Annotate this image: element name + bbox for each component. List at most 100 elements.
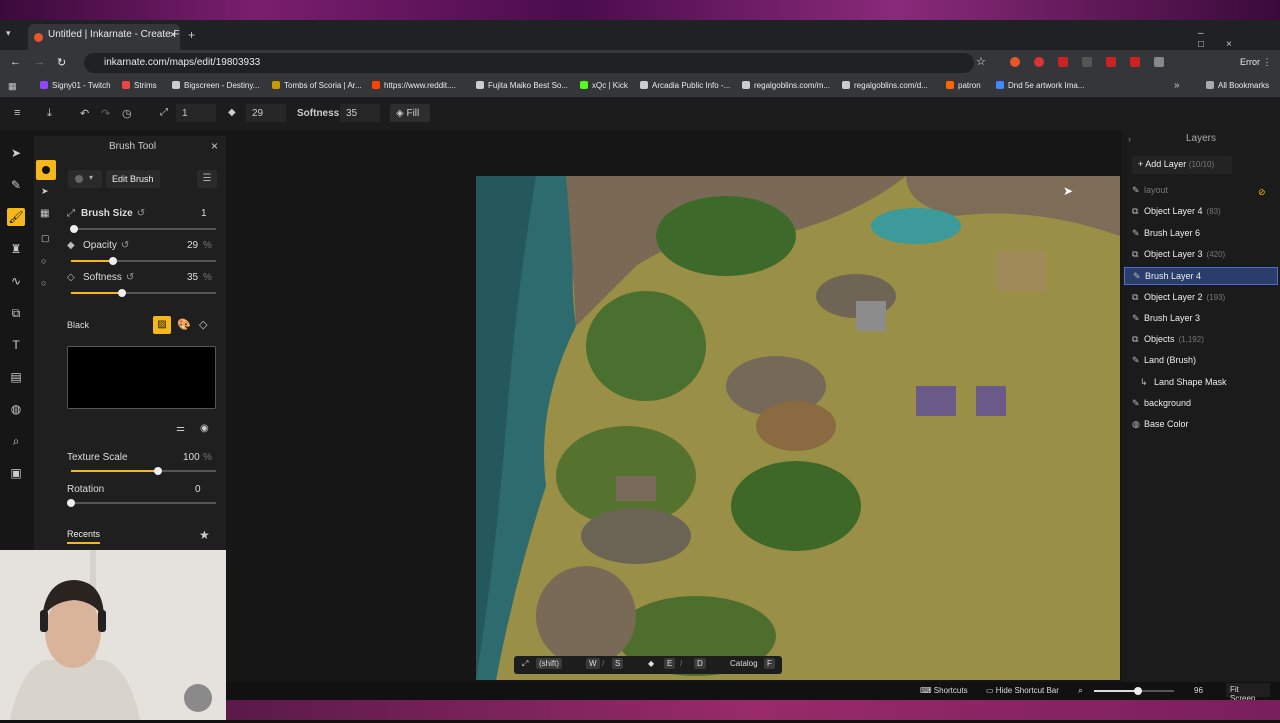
bookmark-item[interactable]: patron: [946, 81, 981, 90]
brush-size-input[interactable]: 1: [176, 104, 216, 122]
undo-icon[interactable]: ↶: [80, 107, 89, 120]
path-tool-icon[interactable]: ∿: [9, 274, 23, 288]
reset-icon[interactable]: ↺: [126, 272, 134, 283]
layer-item[interactable]: ✎ Brush Layer 6: [1124, 225, 1278, 243]
fit-screen-button[interactable]: Fit Screen: [1226, 683, 1270, 703]
slider-track[interactable]: [69, 225, 216, 233]
layer-item[interactable]: ✎ Brush Layer 4: [1124, 267, 1278, 286]
bookmark-item[interactable]: Tombs of Scoria | Ar...: [272, 81, 362, 90]
stamp-tool-icon[interactable]: ✎: [9, 178, 23, 192]
texture-adjust-icon[interactable]: ⚌: [176, 423, 185, 434]
pattern-mode-icon[interactable]: ▨: [153, 316, 171, 334]
save-tool-icon[interactable]: ▣: [9, 466, 23, 480]
bookmark-item[interactable]: regalgoblins.com/d...: [842, 81, 928, 90]
bookmark-item[interactable]: Signy01 - Twitch: [40, 81, 111, 90]
url-field[interactable]: inkarnate.com/maps/edit/19803933: [84, 53, 974, 73]
rotation-knob[interactable]: [67, 499, 75, 507]
close-tab-icon[interactable]: ×: [170, 29, 176, 41]
recents-tab[interactable]: Recents: [67, 529, 101, 544]
favorites-star-icon[interactable]: ★: [199, 528, 210, 542]
bookmark-star-icon[interactable]: ☆: [976, 55, 986, 68]
redo-icon[interactable]: ↷: [101, 107, 110, 120]
palette-icon[interactable]: 🎨: [177, 318, 191, 331]
layer-item[interactable]: ⧉ Object Layer 4 (83): [1124, 203, 1278, 221]
bookmark-item[interactable]: Arcadia Public Info -...: [640, 81, 730, 90]
opacity-input[interactable]: 29: [246, 104, 286, 122]
add-layer-button[interactable]: + Add Layer (10/10): [1132, 156, 1232, 174]
more-bookmarks-icon[interactable]: »: [1174, 80, 1180, 91]
history-icon[interactable]: ◷: [122, 107, 132, 120]
layer-item[interactable]: ⧉ Objects (1,192): [1124, 331, 1278, 349]
brush-submode-square-icon[interactable]: ▢: [41, 233, 50, 244]
bookmark-item[interactable]: xQc | Kick: [580, 81, 628, 90]
globe-tool-icon[interactable]: ◍: [9, 402, 23, 416]
extension-icons[interactable]: [1010, 57, 1180, 69]
layer-item[interactable]: ⧉ Object Layer 3 (420): [1124, 246, 1278, 264]
texture-palette-icon[interactable]: ◉: [200, 423, 209, 434]
layer-item[interactable]: ✎ layout: [1124, 182, 1278, 200]
brush-submode-circle-icon[interactable]: ○: [41, 256, 46, 266]
slider-track[interactable]: [71, 289, 216, 297]
bookmark-item[interactable]: Dnd 5e artwork Ima...: [996, 81, 1084, 90]
layer-item[interactable]: ✎ Land (Brush): [1124, 352, 1278, 370]
slider-row: Opacity ↺ 29% ◆: [67, 240, 217, 251]
error-button[interactable]: Error ⋮: [1240, 57, 1272, 68]
slider-knob[interactable]: [69, 225, 78, 233]
forward-icon[interactable]: →: [34, 56, 45, 68]
reload-icon[interactable]: ↻: [57, 56, 66, 69]
slider-knob[interactable]: [117, 289, 126, 297]
shortcuts-button[interactable]: ⌨ Shortcuts: [920, 686, 968, 695]
window-controls[interactable]: –□×: [1198, 28, 1280, 50]
texture-scale-slider[interactable]: [71, 467, 216, 475]
rotation-slider[interactable]: [67, 499, 216, 507]
bookmark-item[interactable]: Strims: [122, 81, 157, 90]
brush-submode-ring-icon[interactable]: ○: [41, 278, 46, 288]
color-swatch[interactable]: [67, 346, 216, 409]
hidden-eye-icon[interactable]: ⊘: [1258, 187, 1266, 198]
softness-input[interactable]: 35: [340, 104, 380, 122]
zoom-slider[interactable]: [1094, 687, 1174, 695]
brush-settings-icon[interactable]: ☰: [197, 170, 217, 188]
layer-item[interactable]: ◍ Base Color: [1124, 416, 1278, 434]
browser-tab[interactable]: Untitled | Inkarnate - Create Fa ×: [28, 24, 180, 50]
bookmark-item[interactable]: Fujita Maiko Best So...: [476, 81, 568, 90]
apps-grid-icon[interactable]: ▦: [8, 81, 17, 92]
reset-icon[interactable]: ↺: [137, 208, 145, 219]
reset-icon[interactable]: ↺: [121, 240, 129, 251]
collapse-layers-icon[interactable]: ›: [1128, 134, 1131, 144]
slider-track[interactable]: [71, 257, 216, 265]
hide-shortcut-bar-button[interactable]: ▭ Hide Shortcut Bar: [986, 686, 1059, 695]
brush-submode-arrow-icon[interactable]: ➤: [41, 186, 49, 197]
layer-item[interactable]: ✎ background: [1124, 395, 1278, 413]
new-tab-icon[interactable]: +: [188, 28, 195, 42]
castle-tool-icon[interactable]: ♜: [9, 242, 23, 256]
notes-tool-icon[interactable]: ▤: [9, 370, 23, 384]
layer-item[interactable]: ↳ Land Shape Mask: [1124, 374, 1278, 392]
eraser-icon[interactable]: ◇: [199, 318, 207, 331]
shape-tool-icon[interactable]: ⧉: [9, 306, 23, 320]
zoom-knob[interactable]: [1134, 687, 1142, 695]
zoom-tool-icon[interactable]: ⌕: [9, 434, 23, 448]
select-tool-icon[interactable]: ➤: [9, 146, 23, 160]
bookmark-item[interactable]: Bigscreen - Destiny...: [172, 81, 259, 90]
text-tool-icon[interactable]: T: [9, 338, 23, 352]
brush-mode-icon[interactable]: [36, 160, 56, 180]
edit-brush-button[interactable]: Edit Brush: [106, 170, 160, 188]
texture-scale-knob[interactable]: [154, 467, 162, 475]
slider-knob[interactable]: [109, 257, 118, 265]
bookmark-item[interactable]: https://www.reddit....: [372, 81, 456, 90]
layer-item[interactable]: ⧉ Object Layer 2 (193): [1124, 289, 1278, 307]
back-icon[interactable]: ←: [10, 56, 21, 68]
brush-submode-grid-icon[interactable]: ▦: [40, 208, 49, 219]
close-panel-icon[interactable]: ×: [211, 139, 218, 153]
brush-tool-icon[interactable]: 🖌: [7, 208, 25, 226]
brush-preview-dropdown[interactable]: ▾: [68, 170, 102, 188]
map-canvas[interactable]: [476, 176, 1120, 680]
bookmark-item[interactable]: regalgoblins.com/m...: [742, 81, 830, 90]
fill-button[interactable]: ◈ Fill: [390, 104, 430, 122]
menu-icon[interactable]: ≡: [14, 107, 20, 119]
download-icon[interactable]: ⤓: [47, 107, 52, 120]
all-bookmarks-link[interactable]: All Bookmarks: [1206, 81, 1269, 90]
tab-search-icon[interactable]: ▾: [6, 28, 11, 39]
layer-item[interactable]: ✎ Brush Layer 3: [1124, 310, 1278, 328]
